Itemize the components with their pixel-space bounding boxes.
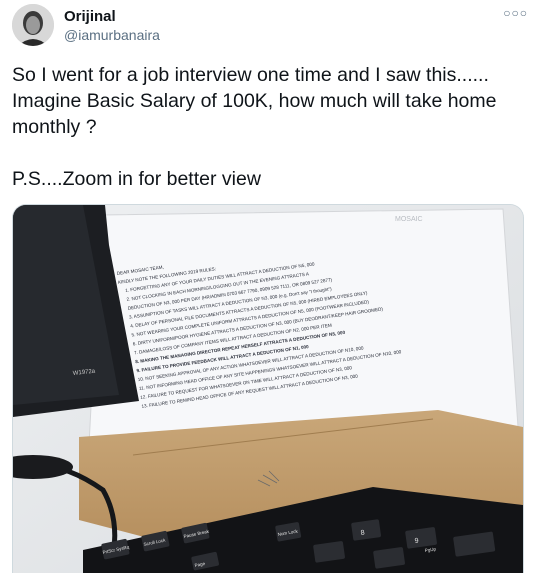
tweet-card: Orijinal @iamurbanaira ○○○ So I went for… — [0, 0, 538, 572]
author-handle[interactable]: @iamurbanaira — [64, 27, 160, 43]
tweet-text-line: So I went for a job interview one time a… — [12, 62, 532, 88]
paper-brand: MOSAIC — [395, 216, 423, 223]
avatar-photo — [12, 4, 54, 46]
paragraph-gap — [12, 140, 532, 166]
more-horizontal-icon: ○○○ — [503, 6, 528, 20]
tweet-text-line: P.S....Zoom in for better view — [12, 166, 532, 192]
tweet-photo[interactable]: MOSAIC DEAR MOSAIC TEAM, KINDLY NOTE THE… — [12, 204, 524, 573]
tweet-text-line: Imagine Basic Salary of 100K, how much w… — [12, 88, 532, 114]
more-options-button[interactable]: ○○○ — [503, 6, 528, 20]
author-display-name[interactable]: Orijinal — [64, 8, 116, 25]
photo-scene: MOSAIC DEAR MOSAIC TEAM, KINDLY NOTE THE… — [13, 205, 523, 573]
tweet-text-line: monthly ? — [12, 114, 532, 140]
tweet-text: So I went for a job interview one time a… — [12, 62, 532, 192]
avatar[interactable] — [12, 4, 54, 46]
